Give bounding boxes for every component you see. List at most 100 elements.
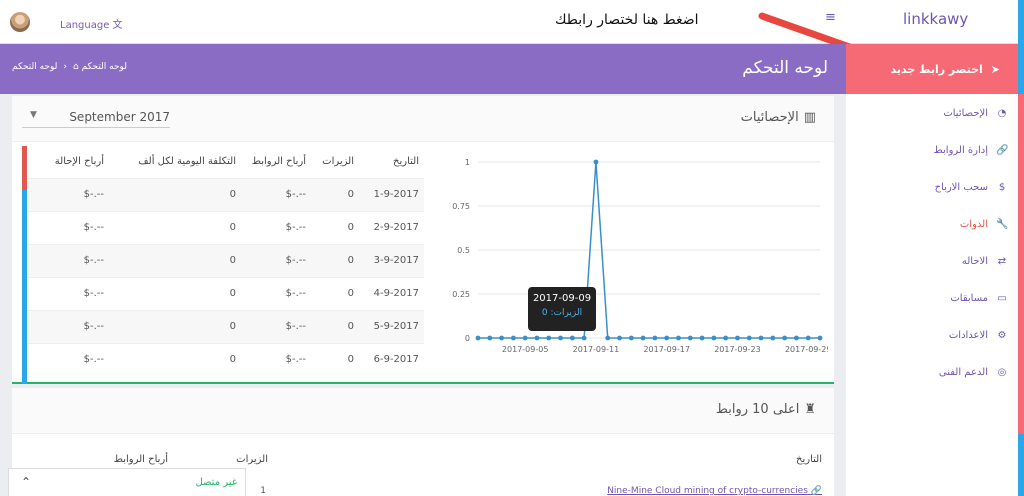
y-tick-label: 1 — [465, 158, 470, 167]
stats-card-header: ▼ September 2017 الإحصائيات ▥ — [12, 96, 834, 142]
sidebar-item-referral[interactable]: الاحاله ⇄ — [962, 256, 1008, 267]
data-point — [782, 335, 788, 341]
data-point — [475, 335, 481, 341]
right-edge-accent — [1018, 94, 1024, 434]
data-point — [723, 335, 729, 341]
dashboard-icon: ◔ — [997, 108, 1007, 119]
exchange-icon: ⇄ — [997, 256, 1007, 267]
page-header: لوحه التحكم › ⌂ لوحه التحكم لوحه التحكم — [0, 44, 846, 94]
card-icon: ▭ — [997, 293, 1007, 304]
bar-chart-icon: ▥ — [803, 110, 816, 125]
data-point — [593, 159, 599, 165]
data-point — [735, 335, 740, 341]
x-tick-label: 2017-09-29 — [785, 345, 828, 354]
y-tick-label: 0.75 — [452, 202, 470, 211]
chat-status: غير متصل — [195, 477, 237, 488]
translate-icon: 文 — [112, 20, 123, 31]
top-links-col-earnings: أرباح الروابط — [113, 454, 168, 465]
breadcrumb-separator: › — [63, 62, 67, 72]
data-point — [487, 335, 493, 341]
data-point — [770, 335, 776, 341]
breadcrumb-current: لوحه التحكم — [12, 62, 58, 72]
data-point — [687, 335, 693, 341]
data-point — [711, 335, 717, 341]
tooltip-value: الزيرات: 0 — [541, 308, 583, 318]
link-icon: 🔗 — [810, 486, 822, 496]
stats-line-chart: 0 0.25 0.5 0.75 1 2017-09-05 2017-09-11 2017-09… — [452, 158, 828, 354]
paper-plane-icon: ➤ — [990, 62, 1000, 76]
sidebar-item-settings[interactable]: الاعدادات ⚙ — [949, 330, 1008, 341]
x-tick-label: 2017-09-23 — [714, 345, 761, 354]
new-short-link-button[interactable]: اختصر رابط جديد ➤ — [846, 44, 1018, 94]
data-point — [758, 335, 764, 341]
trophy-icon: ♜ — [804, 402, 816, 417]
table-scrollbar[interactable] — [22, 190, 27, 384]
support-icon: ◎ — [997, 367, 1007, 378]
data-point — [817, 335, 823, 341]
data-point — [617, 335, 622, 341]
data-point — [699, 335, 705, 341]
top-links-header: اعلى 10 روابط ♜ — [12, 388, 834, 434]
data-point — [805, 335, 811, 341]
tooltip-date: 2017-09-09 — [532, 293, 592, 304]
link-icon: 🔗 — [996, 145, 1009, 156]
data-point — [534, 335, 540, 341]
sidebar: الإحصائيات ◔ إدارة الروابط 🔗 سحب الارباح $ … — [846, 94, 1018, 496]
chat-widget[interactable]: ⌃ غير متصل — [8, 468, 246, 496]
avatar[interactable] — [10, 12, 30, 32]
top-links-title: اعلى 10 روابط ♜ — [715, 402, 816, 417]
data-point — [664, 335, 670, 341]
top-links-col-visits: الزيرات — [236, 454, 268, 465]
x-tick-label: 2017-09-05 — [502, 345, 549, 354]
data-point — [605, 335, 611, 341]
data-point — [522, 335, 528, 341]
page-title: لوحه التحكم — [742, 58, 828, 78]
data-point — [510, 335, 516, 341]
y-tick-label: 0.5 — [457, 246, 470, 255]
breadcrumb-home[interactable]: ⌂ لوحه التحكم — [73, 62, 127, 72]
y-tick-label: 0.25 — [452, 290, 470, 299]
table-row: 3-9-2017 0 $-.-- 0 $-.-- — [22, 244, 424, 277]
data-point — [581, 335, 587, 341]
table-row: 1-9-2017 0 $-.-- 0 $-.-- — [22, 178, 424, 211]
data-point — [499, 335, 504, 341]
sidebar-item-withdraw[interactable]: سحب الارباح $ — [935, 182, 1008, 193]
data-point — [558, 335, 563, 341]
data-point — [640, 335, 646, 341]
dollar-icon: $ — [998, 182, 1006, 193]
chevron-down-icon: ▼ — [30, 110, 37, 120]
table-row: 4-9-2017 0 $-.-- 0 $-.-- — [22, 277, 424, 310]
sidebar-item-links[interactable]: إدارة الروابط 🔗 — [934, 145, 1009, 156]
sidebar-item-support[interactable]: الدعم الفنى ◎ — [939, 367, 1008, 378]
data-point — [676, 335, 681, 341]
callout-text: اضغط هنا لختصار رابطك — [555, 12, 699, 28]
table-row: 2-9-2017 0 $-.-- 0 $-.-- — [22, 211, 424, 244]
language-label: Language — [60, 20, 110, 31]
x-tick-label: 2017-09-17 — [643, 345, 690, 354]
data-point — [794, 335, 799, 341]
cogs-icon: ⚙ — [997, 330, 1007, 341]
data-point — [746, 335, 752, 341]
stats-card: ▼ September 2017 الإحصائيات ▥ التاريخ ال… — [12, 96, 834, 384]
table-row: 6-9-2017 0 $-.-- 0 $-.-- — [22, 343, 424, 376]
wrench-icon: 🔧 — [996, 219, 1009, 230]
y-tick-label: 0 — [465, 334, 470, 343]
stats-title: الإحصائيات ▥ — [740, 110, 816, 125]
data-point — [652, 335, 658, 341]
month-select[interactable]: ▼ September 2017 — [22, 110, 170, 128]
data-point — [546, 335, 552, 341]
table-row: 5-9-2017 0 $-.-- 0 $-.-- — [22, 310, 424, 343]
table-scroll-accent-red — [22, 146, 27, 190]
data-point — [628, 335, 634, 341]
chart-tooltip: 2017-09-09 الزيرات: 0 — [528, 287, 596, 331]
breadcrumb: لوحه التحكم › ⌂ لوحه التحكم — [12, 62, 127, 72]
sidebar-item-stats[interactable]: الإحصائيات ◔ — [943, 108, 1008, 119]
top-links-col-date: التاريخ — [796, 454, 822, 465]
chevron-up-icon[interactable]: ⌃ — [21, 475, 31, 489]
language-switch[interactable]: Language 文 — [60, 16, 123, 31]
stats-table-header: التاريخ الزيرات أرباح الروابط التكلفة ال… — [54, 156, 419, 167]
new-link-label: اختصر رابط جديد — [890, 62, 983, 76]
top-link-title[interactable]: Nine-Mine Cloud mining of crypto-currenc… — [607, 486, 822, 496]
sidebar-item-tools[interactable]: الدوات 🔧 — [960, 219, 1009, 230]
sidebar-item-contests[interactable]: مسابقات ▭ — [950, 293, 1008, 304]
